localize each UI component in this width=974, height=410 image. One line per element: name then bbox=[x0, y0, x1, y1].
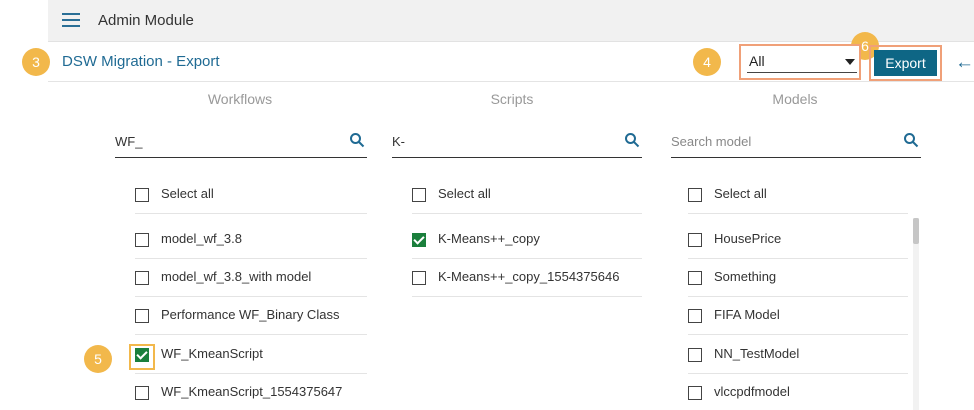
script-list-item[interactable]: K-Means++_copy_1554375646 bbox=[412, 259, 642, 297]
item-checkbox-checked[interactable] bbox=[412, 233, 426, 247]
export-highlight: Export bbox=[869, 45, 942, 81]
search-icon[interactable] bbox=[624, 132, 640, 148]
list-item-label: Select all bbox=[714, 186, 767, 201]
scrollbar-thumb[interactable] bbox=[913, 218, 919, 244]
model-select-all-row[interactable]: Select all bbox=[688, 176, 908, 214]
scripts-search bbox=[392, 130, 642, 158]
workflows-search bbox=[115, 130, 367, 158]
hamburger-menu-icon[interactable] bbox=[62, 13, 80, 27]
model-list-item[interactable]: vlccpdfmodel bbox=[688, 374, 908, 410]
item-checkbox[interactable] bbox=[688, 386, 702, 400]
list-item-label: WF_KmeanScript bbox=[161, 346, 263, 361]
list-item-label: FIFA Model bbox=[714, 307, 780, 322]
list-item-label: Something bbox=[714, 269, 777, 284]
script-list-item[interactable]: K-Means++_copy bbox=[412, 221, 642, 259]
search-icon[interactable] bbox=[903, 132, 919, 148]
list-item-label: K-Means++_copy_1554375646 bbox=[438, 269, 620, 284]
workflow-list-item[interactable]: WF_KmeanScript bbox=[135, 336, 367, 374]
workflow-select-all-row[interactable]: Select all bbox=[135, 176, 367, 214]
export-button[interactable]: Export bbox=[874, 50, 937, 76]
models-search-input[interactable] bbox=[671, 134, 871, 149]
workflow-list-item[interactable]: Performance WF_Binary Class bbox=[135, 297, 367, 335]
step-badge-5: 5 bbox=[84, 345, 112, 373]
page-title: DSW Migration - Export bbox=[62, 53, 220, 70]
select-all-checkbox[interactable] bbox=[688, 188, 702, 202]
item-checkbox[interactable] bbox=[688, 348, 702, 362]
workflow-list-item[interactable]: WF_KmeanScript_1554375647 bbox=[135, 374, 367, 410]
list-item-label: K-Means++_copy bbox=[438, 231, 540, 246]
model-list-item[interactable]: FIFA Model bbox=[688, 297, 908, 335]
models-search bbox=[671, 130, 921, 158]
scripts-header: Scripts bbox=[490, 91, 534, 107]
item-checkbox[interactable] bbox=[135, 309, 149, 323]
filter-select[interactable]: All bbox=[739, 44, 861, 80]
list-item-label: vlccpdfmodel bbox=[714, 384, 790, 399]
item-checkbox[interactable] bbox=[135, 386, 149, 400]
script-select-all-row[interactable]: Select all bbox=[412, 176, 642, 214]
step-badge-4: 4 bbox=[693, 48, 721, 76]
filter-dropdown[interactable]: All bbox=[747, 51, 857, 73]
model-list-item[interactable]: Something bbox=[688, 259, 908, 297]
item-checkbox[interactable] bbox=[135, 233, 149, 247]
select-all-checkbox[interactable] bbox=[412, 188, 426, 202]
step-badge-3: 3 bbox=[22, 48, 50, 76]
list-item-label: model_wf_3.8 bbox=[161, 231, 242, 246]
list-item-label: Select all bbox=[161, 186, 214, 201]
workflow-list-item[interactable]: model_wf_3.8 bbox=[135, 221, 367, 259]
search-icon[interactable] bbox=[349, 132, 365, 148]
item-checkbox[interactable] bbox=[688, 271, 702, 285]
item-checkbox[interactable] bbox=[412, 271, 426, 285]
model-list-item[interactable]: NN_TestModel bbox=[688, 336, 908, 374]
app-title: Admin Module bbox=[98, 12, 194, 29]
item-checkbox[interactable] bbox=[688, 233, 702, 247]
workflows-search-input[interactable] bbox=[115, 134, 315, 149]
checkbox-highlight bbox=[129, 344, 155, 370]
filter-selected-value: All bbox=[749, 53, 765, 69]
back-arrow-icon[interactable]: ← bbox=[955, 52, 974, 74]
scripts-search-input[interactable] bbox=[392, 134, 592, 149]
chevron-down-icon[interactable] bbox=[845, 59, 855, 65]
list-item-label: Performance WF_Binary Class bbox=[161, 307, 340, 322]
top-bar: Admin Module bbox=[48, 0, 974, 42]
models-scrollbar[interactable] bbox=[913, 218, 919, 410]
models-header: Models bbox=[772, 91, 818, 107]
item-checkbox[interactable] bbox=[135, 271, 149, 285]
workflow-list-item[interactable]: model_wf_3.8_with model bbox=[135, 259, 367, 297]
item-checkbox[interactable] bbox=[688, 309, 702, 323]
select-all-checkbox[interactable] bbox=[135, 188, 149, 202]
model-list-item[interactable]: HousePrice bbox=[688, 221, 908, 259]
workflows-header: Workflows bbox=[207, 91, 273, 107]
list-item-label: Select all bbox=[438, 186, 491, 201]
list-item-label: NN_TestModel bbox=[714, 346, 800, 361]
list-item-label: HousePrice bbox=[714, 231, 782, 246]
list-item-label: model_wf_3.8_with model bbox=[161, 269, 312, 284]
list-item-label: WF_KmeanScript_1554375647 bbox=[161, 384, 343, 399]
